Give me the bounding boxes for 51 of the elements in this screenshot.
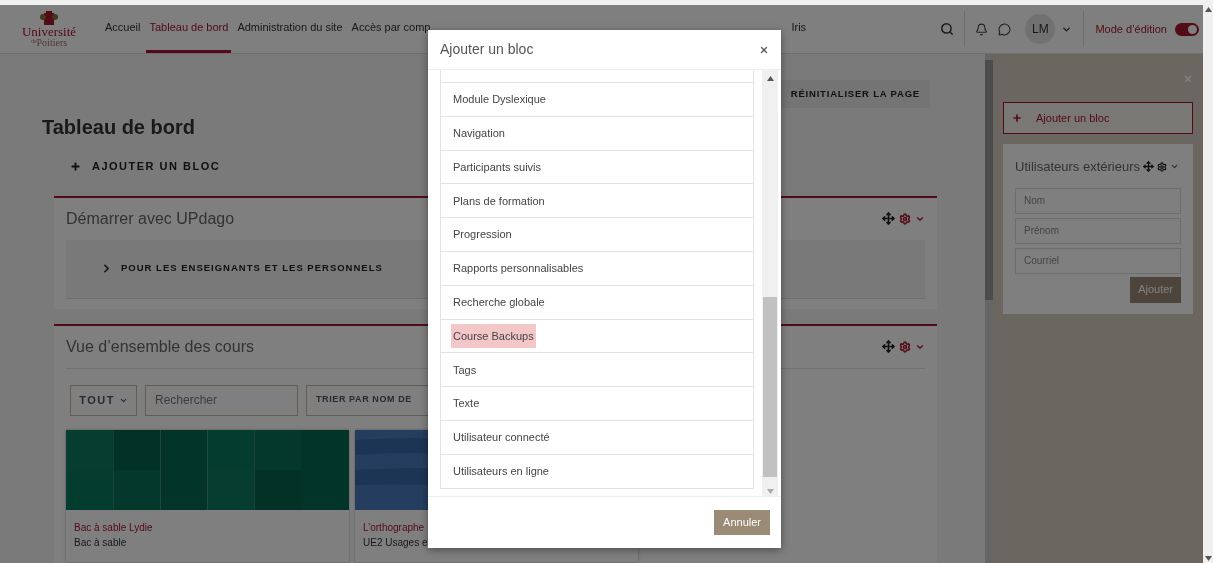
block-label: Tags (453, 362, 477, 378)
section-toggle[interactable]: POUR LES ENSEIGNANTS ET LES PERSONNELS (100, 261, 383, 276)
block-list-item[interactable]: Module Dyslexique (440, 83, 754, 117)
cancel-button[interactable]: Annuler (714, 510, 770, 535)
nav-link[interactable]: Iris (788, 5, 810, 53)
block-label: Participants suivis (453, 159, 542, 175)
block-list-item[interactable]: Tags (440, 353, 754, 388)
course-card[interactable]: Bac à sable Lydie Bac à sable (66, 429, 349, 562)
drawer-add-block-button[interactable]: Ajouter un bloc (1003, 102, 1193, 134)
user-avatar[interactable]: LM (1025, 14, 1056, 44)
course-name[interactable]: Bac à sable Lydie (74, 519, 153, 535)
block-list-item[interactable]: Course Backups (440, 319, 754, 354)
nav-link[interactable]: Tableau de bord (146, 5, 232, 53)
nav-link[interactable]: Accueil (102, 5, 144, 53)
course-category: UE2 Usages e (363, 535, 428, 550)
block-list-item[interactable]: Navigation (440, 116, 754, 151)
block-label: Utilisateurs en ligne (453, 463, 549, 479)
block-label: Navigation (453, 125, 505, 141)
block-title: Démarrer avec UPdago (66, 208, 235, 229)
block-list-item[interactable]: Recherche globale (440, 285, 754, 320)
block-list-item[interactable]: Plans de formation (440, 184, 754, 219)
nav-link[interactable]: Administration du site (234, 5, 346, 53)
edit-mode-label: Mode d’édition (1095, 21, 1167, 37)
block-list-item[interactable]: Utilisateurs en ligne (440, 454, 754, 489)
dialog-title: Ajouter un bloc (440, 40, 534, 59)
block-label: Texte (453, 396, 480, 412)
block-list-item[interactable]: Utilisateur connecté (440, 420, 754, 455)
search-field[interactable]: Rechercher (145, 384, 298, 416)
filter-dropdown[interactable]: TOUT (70, 384, 137, 416)
course-category: Bac à sable (74, 535, 127, 550)
add-block-button[interactable]: AJOUTER UN BLOC (70, 158, 221, 175)
text-field[interactable]: Nom (1015, 187, 1181, 214)
block-list-item[interactable]: Participants suivis (440, 150, 754, 185)
page-title: Tableau de bord (42, 115, 195, 140)
block-label: Recherche globale (453, 294, 545, 310)
block-list-item[interactable]: Progression (440, 218, 754, 252)
text-field[interactable]: Courriel (1015, 247, 1181, 274)
course-name[interactable]: L’orthographe (363, 519, 425, 535)
text-field[interactable]: Prénom (1015, 217, 1181, 244)
block-label: Progression (453, 227, 512, 243)
block-title: Vue d’ensemble des cours (66, 336, 254, 357)
block-label: Course Backups (451, 323, 536, 349)
add-user-button[interactable]: Ajouter (1130, 276, 1181, 303)
block-label: Rapports personnalisables (453, 261, 584, 277)
block-list-item[interactable]: Rapports personnalisables (440, 252, 754, 286)
block-title: Utilisateurs extérieurs (1015, 158, 1140, 176)
block-list-item[interactable]: Texte (440, 387, 754, 421)
block-label: Module Dyslexique (453, 92, 546, 108)
logo-text: Université (21, 24, 77, 38)
block-label: Plans de formation (453, 193, 545, 209)
block-label: Utilisateur connecté (453, 430, 550, 446)
